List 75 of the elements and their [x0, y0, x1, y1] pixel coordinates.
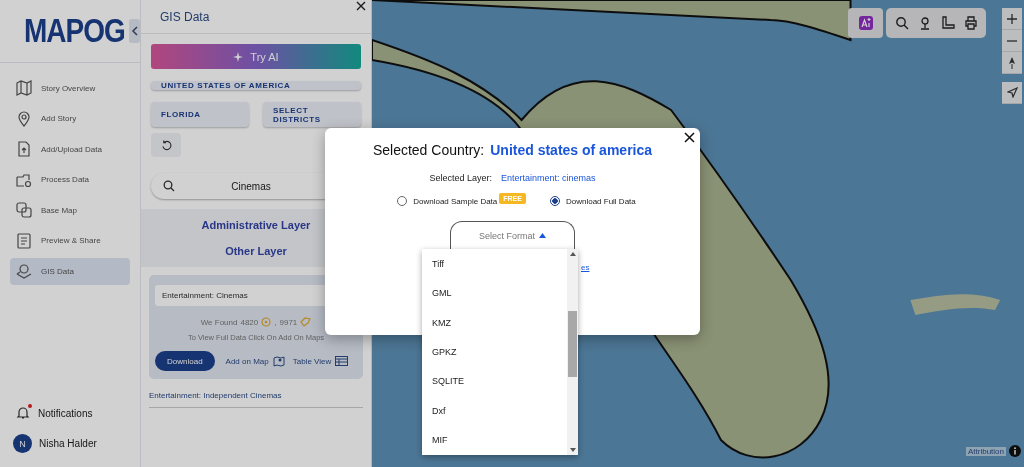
user-name: Nisha Halder [39, 438, 97, 449]
ai-tool-button[interactable] [848, 8, 883, 38]
sidebar-item[interactable]: Process Data [10, 166, 130, 193]
sidebar-item[interactable]: Story Overview [10, 75, 130, 102]
table-icon[interactable] [335, 356, 349, 366]
close-icon[interactable] [356, 1, 366, 11]
count: 9971 [279, 317, 298, 327]
sidebar-item[interactable]: GIS Data [10, 258, 130, 285]
map-icon [15, 79, 33, 98]
dropdown-option[interactable]: MIF [432, 425, 567, 455]
navigation-arrow-icon [1006, 87, 1018, 98]
dropdown-option[interactable]: Tiff [432, 249, 567, 279]
chevron-left-icon [130, 26, 139, 36]
search-icon[interactable] [894, 16, 909, 30]
separator: , [274, 317, 277, 327]
format-select[interactable]: Select Format [450, 221, 575, 249]
location-pin-icon [15, 109, 33, 128]
sidebar-item[interactable]: Add Story [10, 105, 130, 132]
polygon-icon [300, 317, 312, 327]
dropdown-option[interactable]: SQLITE [432, 366, 567, 397]
found-label: We Found [200, 317, 238, 327]
try-ai-button[interactable]: Try AI [151, 44, 361, 69]
country-button[interactable]: UNITED STATES OF AMERICA [151, 81, 361, 90]
caret-icon [539, 233, 546, 238]
dropdown-option[interactable]: GPKZ [432, 337, 567, 367]
country-label: Selected Country: [372, 142, 485, 158]
scroll-up-icon[interactable] [569, 252, 576, 256]
panel-title: GIS Data [160, 9, 210, 24]
point-icon [261, 317, 272, 327]
ai-icon [857, 15, 874, 31]
ruler-icon[interactable] [940, 16, 955, 30]
option-label: Download Full Data [565, 196, 636, 206]
reset-icon [160, 139, 172, 151]
info-icon[interactable] [1009, 445, 1021, 457]
print-icon[interactable] [963, 16, 978, 30]
state-button[interactable]: FLORIDA [151, 102, 249, 127]
compass-icon [1008, 56, 1016, 69]
logo: MAPOG [24, 11, 125, 51]
dropdown-option[interactable]: GML [432, 278, 567, 308]
compass-button[interactable] [1002, 52, 1022, 74]
plus-icon [1007, 13, 1017, 24]
zoom-out-button[interactable] [1002, 30, 1022, 52]
avatar: N [13, 434, 32, 453]
search-field[interactable]: Cinemas [151, 173, 361, 199]
scrollbar[interactable] [567, 249, 578, 455]
locate-button[interactable] [1002, 82, 1022, 104]
link[interactable]: es [581, 263, 590, 272]
dropdown-option[interactable]: Dxf [432, 396, 567, 426]
sidebar-item[interactable]: Add/Upload Data [10, 136, 130, 163]
notifications-item[interactable]: Notifications [0, 400, 140, 426]
country-value: United states of america [490, 142, 653, 158]
table-view-link[interactable]: Table View [292, 356, 332, 366]
close-icon[interactable] [684, 132, 695, 143]
download-button[interactable]: Download [155, 351, 215, 371]
layer-list-item[interactable]: Entertainment: Independent Cinemas [149, 391, 363, 408]
list-icon [15, 231, 33, 250]
sidebar-item[interactable]: Preview & Share [10, 227, 130, 254]
sidebar-item[interactable]: Base Map [10, 197, 130, 224]
districts-button[interactable]: SELECT DISTRICTS [263, 102, 361, 127]
layer-label: Selected Layer: [429, 173, 492, 183]
dropdown-option[interactable]: KMZ [432, 307, 567, 338]
layer-value: Entertainment: cinemas [501, 173, 596, 183]
option-label: Download Sample Data [413, 196, 498, 206]
reset-button[interactable] [151, 133, 181, 157]
map-pin-icon[interactable] [272, 355, 285, 367]
file-upload-icon [15, 140, 33, 159]
collapse-button[interactable] [129, 19, 140, 43]
zoom-in-button[interactable] [1002, 8, 1022, 30]
radio-button[interactable] [549, 196, 560, 206]
layers-icon [15, 201, 33, 220]
count: 4820 [240, 317, 259, 327]
search-icon [163, 180, 175, 192]
add-on-map-link[interactable]: Add on Map [225, 356, 269, 366]
bell-icon [16, 406, 30, 420]
scroll-down-icon[interactable] [569, 448, 576, 452]
